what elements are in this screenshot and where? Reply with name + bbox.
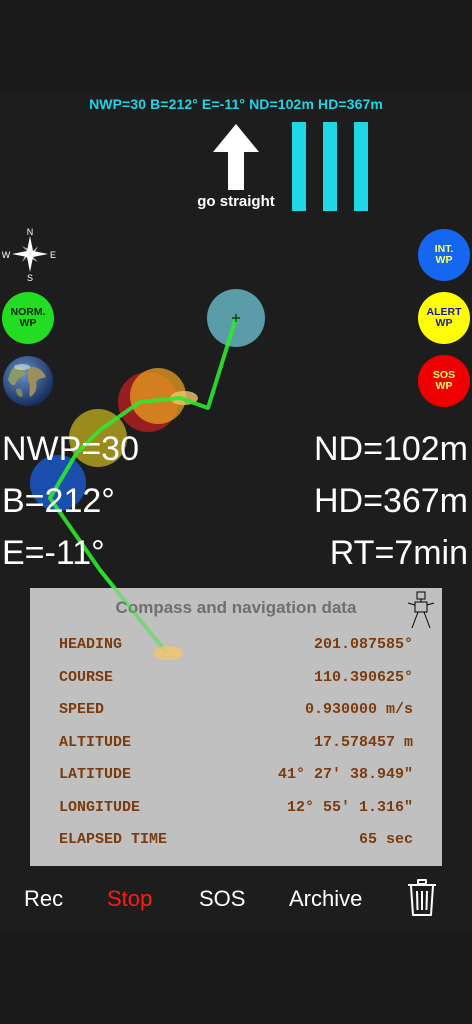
row-speed-label: SPEED (59, 701, 105, 718)
row-altitude-label: ALTITUDE (59, 734, 132, 751)
row-latitude-label: LATITUDE (59, 766, 132, 783)
row-course: COURSE 110.390625° (59, 669, 413, 691)
row-longitude-value: 12° 55' 1.316" (286, 799, 413, 816)
row-speed: SPEED 0.930000 m/s (59, 701, 413, 723)
row-longitude: LONGITUDE 12° 55' 1.316" (59, 799, 413, 821)
row-longitude-label: LONGITUDE (59, 799, 141, 816)
row-heading-value: 201.087585° (313, 636, 413, 653)
row-elapsed-time-label: ELAPSED TIME (59, 831, 168, 848)
stop-button[interactable]: Stop (107, 886, 152, 912)
sos-button[interactable]: SOS (199, 886, 245, 912)
row-altitude: ALTITUDE 17.578457 m (59, 734, 413, 756)
archive-button[interactable]: Archive (289, 886, 362, 912)
row-heading-label: HEADING (59, 636, 123, 653)
row-latitude: LATITUDE 41° 27' 38.949" (59, 766, 413, 788)
bottom-blank-area (0, 932, 472, 1024)
row-heading: HEADING 201.087585° (59, 636, 413, 658)
row-speed-value: 0.930000 m/s (304, 701, 413, 718)
row-elapsed-time-value: 65 sec (358, 831, 413, 848)
rec-button[interactable]: Rec (24, 886, 63, 912)
row-elapsed-time: ELAPSED TIME 65 sec (59, 831, 413, 853)
row-latitude-value: 41° 27' 38.949" (277, 766, 413, 783)
row-course-label: COURSE (59, 669, 114, 686)
row-course-value: 110.390625° (313, 669, 413, 686)
trash-icon[interactable] (406, 878, 438, 918)
row-altitude-value: 17.578457 m (313, 734, 413, 751)
